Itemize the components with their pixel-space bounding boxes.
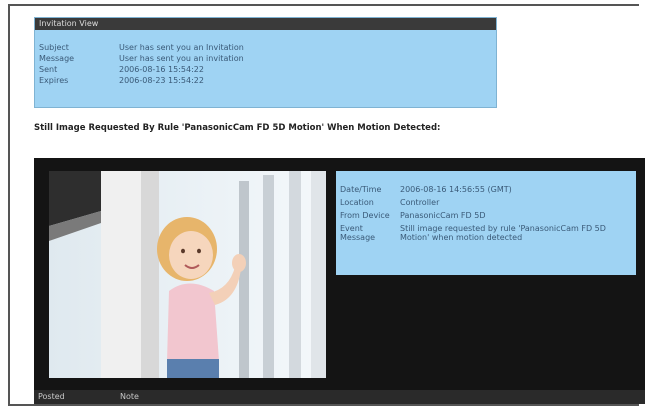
- rule-title: Still Image Requested By Rule 'Panasonic…: [34, 123, 441, 133]
- field-value: 2006-08-23 15:54:22: [119, 76, 204, 85]
- field-label: Expires: [39, 76, 69, 85]
- invitation-row-expires: Expires 2006-08-23 15:54:22: [35, 75, 496, 86]
- footer-bar: Posted Note: [34, 390, 645, 404]
- field-value: 2006-08-16 15:54:22: [119, 65, 204, 74]
- field-label: Subject: [39, 43, 69, 52]
- camera-still-image[interactable]: [49, 171, 326, 378]
- field-label: Sent: [39, 65, 58, 74]
- field-label: From Device: [340, 211, 390, 220]
- field-label: Event Message: [340, 224, 376, 242]
- event-area: Date/Time 2006-08-16 14:56:55 (GMT) Loca…: [34, 158, 645, 390]
- camera-still-illustration: [49, 171, 326, 378]
- field-value: User has sent you an invitation: [119, 54, 244, 63]
- field-value: User has sent you an Invitation: [119, 43, 244, 52]
- note-column-header: Note: [120, 392, 139, 401]
- event-row-message: Event Message Still image requested by r…: [336, 224, 636, 242]
- field-value: Still image requested by rule 'Panasonic…: [400, 224, 606, 242]
- field-value: Controller: [400, 198, 440, 207]
- field-label: Date/Time: [340, 185, 382, 194]
- event-details-panel: Date/Time 2006-08-16 14:56:55 (GMT) Loca…: [336, 171, 636, 275]
- field-value: 2006-08-16 14:56:55 (GMT): [400, 185, 512, 194]
- event-row-location: Location Controller: [336, 198, 636, 207]
- invitation-row-subject: Subject User has sent you an Invitation: [35, 42, 496, 53]
- event-row-datetime: Date/Time 2006-08-16 14:56:55 (GMT): [336, 185, 636, 194]
- event-row-from-device: From Device PanasonicCam FD 5D: [336, 211, 636, 220]
- invitation-row-message: Message User has sent you an invitation: [35, 53, 496, 64]
- posted-column-header: Posted: [38, 392, 65, 401]
- invitation-panel: Invitation View Subject User has sent yo…: [34, 17, 497, 108]
- invitation-row-sent: Sent 2006-08-16 15:54:22: [35, 64, 496, 75]
- field-label: Message: [39, 54, 75, 63]
- invitation-details: Subject User has sent you an Invitation …: [35, 30, 496, 86]
- field-label: Location: [340, 198, 374, 207]
- field-value: PanasonicCam FD 5D: [400, 211, 486, 220]
- invitation-header: Invitation View: [35, 18, 496, 30]
